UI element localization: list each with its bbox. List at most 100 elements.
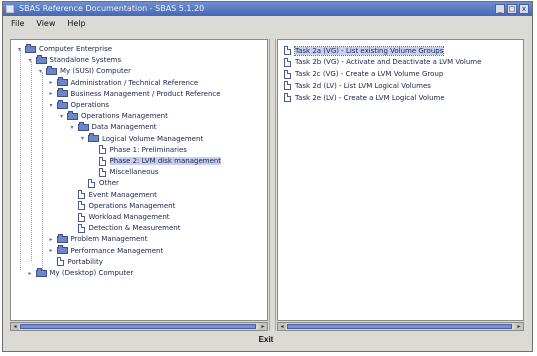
app-icon xyxy=(6,5,14,13)
tree-item[interactable]: Portability xyxy=(48,257,103,267)
task-list[interactable]: Task 2a (VG) - List existing Volume Grou… xyxy=(277,39,524,321)
task-list-item-label: Task 2a (VG) - List existing Volume Grou… xyxy=(293,45,445,56)
tree-horizontal-scrollbar[interactable]: ◂ ▸ xyxy=(10,322,268,331)
tree-item[interactable]: ▾ Operations xyxy=(48,99,109,110)
task-list-item[interactable]: Task 2a (VG) - List existing Volume Grou… xyxy=(284,45,445,56)
tree-item[interactable]: ▾ Operations Management xyxy=(58,110,168,121)
document-icon xyxy=(98,167,106,177)
collapsed-handle-icon[interactable]: ▸ xyxy=(27,270,34,277)
menu-bar: File View Help xyxy=(3,16,532,31)
task-list-item[interactable]: Task 2b (VG) - Activate and Deactivate a… xyxy=(284,57,481,68)
tree-item-label: Portability xyxy=(67,257,103,266)
tree-item-label: Data Management xyxy=(91,123,157,132)
window-controls: _ □ x xyxy=(495,4,529,14)
document-icon xyxy=(77,223,85,233)
list-horizontal-scrollbar[interactable]: ◂ ▸ xyxy=(277,322,524,331)
tree-item-label: Operations Management xyxy=(88,201,176,210)
expanded-handle-icon[interactable]: ▾ xyxy=(48,102,55,109)
minimize-button[interactable]: _ xyxy=(495,4,505,14)
folder-icon xyxy=(56,245,68,255)
exit-button[interactable]: Exit xyxy=(253,334,279,346)
tree-item[interactable]: ▾ Standalone Systems xyxy=(27,54,122,65)
tree-item-label: Problem Management xyxy=(70,235,148,244)
maximize-button[interactable]: □ xyxy=(507,4,517,14)
tree-item-label: Phase 1: Preliminaries xyxy=(109,145,187,154)
tree-item-label: Detection & Measurement xyxy=(88,224,181,233)
folder-icon xyxy=(35,54,47,64)
document-icon xyxy=(77,190,85,200)
tree-item[interactable]: ▾ Data Management xyxy=(69,121,157,132)
tree-item[interactable]: Operations Management xyxy=(69,201,176,211)
document-icon xyxy=(98,156,106,166)
task-list-item[interactable]: Task 2c (VG) - Create a LVM Volume Group xyxy=(284,69,443,80)
tree-item[interactable]: ▸ Performance Management xyxy=(48,245,163,256)
tree-item[interactable]: ▾ Computer Enterprise xyxy=(16,43,112,54)
scroll-thumb[interactable] xyxy=(20,324,256,329)
task-list-item-label: Task 2c (VG) - Create a LVM Volume Group xyxy=(295,70,444,79)
document-icon xyxy=(284,57,291,67)
window-title: SBAS Reference Documentation - SBAS 5.1.… xyxy=(19,4,205,13)
tree-item[interactable]: ▸ Business Management / Product Reference xyxy=(48,88,221,99)
scroll-right-arrow-icon[interactable]: ▸ xyxy=(515,323,523,330)
tree-item-label: My (SUSI) Computer xyxy=(60,67,131,76)
tree-item[interactable]: Miscellaneous xyxy=(90,167,159,177)
collapsed-handle-icon[interactable]: ▸ xyxy=(48,90,55,97)
document-icon xyxy=(284,93,291,103)
task-list-item[interactable]: Task 2e (LV) - Create a LVM Logical Volu… xyxy=(284,92,445,103)
folder-icon xyxy=(56,99,68,109)
tree-item-label: Phase 2: LVM disk management xyxy=(109,157,222,165)
expanded-handle-icon[interactable]: ▾ xyxy=(27,57,34,64)
collapsed-handle-icon[interactable]: ▸ xyxy=(48,247,55,254)
menu-help[interactable]: Help xyxy=(65,19,87,28)
navigation-tree[interactable]: ▾ Computer Enterprise ▾ Standalone Systems ▾… xyxy=(10,39,268,321)
expanded-handle-icon[interactable]: ▾ xyxy=(69,124,76,131)
scroll-left-arrow-icon[interactable]: ◂ xyxy=(11,323,19,330)
scroll-left-arrow-icon[interactable]: ◂ xyxy=(278,323,286,330)
title-bar[interactable]: SBAS Reference Documentation - SBAS 5.1.… xyxy=(3,2,532,16)
expanded-handle-icon[interactable]: ▾ xyxy=(58,113,65,120)
tree-item[interactable]: Detection & Measurement xyxy=(69,223,181,233)
menu-file[interactable]: File xyxy=(9,19,26,28)
document-icon xyxy=(284,69,291,79)
collapsed-handle-icon[interactable]: ▸ xyxy=(48,236,55,243)
tree-item-label: Business Management / Product Reference xyxy=(70,89,221,98)
document-icon xyxy=(88,178,95,188)
tree-item[interactable]: Phase 1: Preliminaries xyxy=(90,145,187,155)
scroll-thumb[interactable] xyxy=(287,324,512,329)
expanded-handle-icon[interactable]: ▾ xyxy=(79,135,86,142)
tree-item-label: Standalone Systems xyxy=(49,56,122,65)
folder-icon xyxy=(88,133,99,143)
task-list-item[interactable]: Task 2d (LV) - List LVM Logical Volumes xyxy=(284,80,431,91)
tree-item[interactable]: ▾ My (SUSI) Computer xyxy=(37,65,131,76)
folder-icon xyxy=(56,77,68,87)
tree-item-label: My (Desktop) Computer xyxy=(49,269,134,277)
folder-icon xyxy=(25,43,36,53)
tree-item[interactable]: ▾ Logical Volume Management xyxy=(79,133,204,144)
tree-item[interactable]: Event Management xyxy=(69,190,157,200)
tree-item[interactable]: Phase 2: LVM disk management xyxy=(90,156,222,166)
scroll-right-arrow-icon[interactable]: ▸ xyxy=(259,323,267,330)
folder-icon xyxy=(35,267,47,277)
document-icon xyxy=(284,81,291,91)
close-button[interactable]: x xyxy=(519,4,529,14)
tree-item-label: Operations xyxy=(70,101,109,109)
menu-view[interactable]: View xyxy=(34,19,57,28)
tree-item[interactable]: Other xyxy=(79,178,119,188)
tree-item-label: Administration / Technical Reference xyxy=(70,78,199,87)
tree-item[interactable]: ▸ Problem Management xyxy=(48,233,148,244)
task-list-item-label: Task 2e (LV) - Create a LVM Logical Volu… xyxy=(295,93,445,102)
folder-icon xyxy=(56,88,68,98)
tree-connector-line xyxy=(20,50,21,270)
task-list-item-label: Task 2b (VG) - Activate and Deactivate a… xyxy=(295,58,482,67)
tree-item-label: Logical Volume Management xyxy=(102,134,204,143)
tree-item[interactable]: Workload Management xyxy=(69,212,170,222)
collapsed-handle-icon[interactable]: ▸ xyxy=(48,79,55,86)
tree-item[interactable]: ▸ Administration / Technical Reference xyxy=(48,77,199,88)
split-pane-divider[interactable] xyxy=(269,39,276,331)
